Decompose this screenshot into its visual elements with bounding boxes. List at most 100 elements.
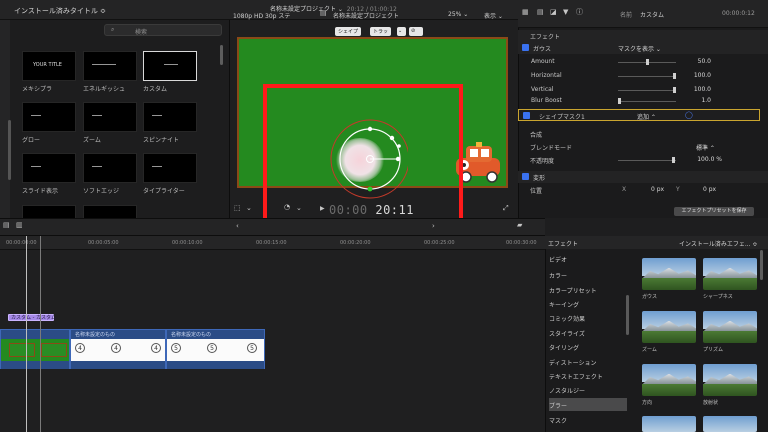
position-row[interactable]: 位置 X 0 px Y 0 px — [518, 184, 768, 196]
slider-knob[interactable] — [672, 157, 675, 163]
effects-category[interactable]: カラー — [549, 268, 627, 281]
shape-mask-row[interactable]: シェイプマスク1 追加 ⌃ ◯ — [518, 109, 760, 121]
back-arrow-icon[interactable]: ‹ — [236, 223, 239, 230]
effects-category-selected[interactable]: ブラー — [549, 398, 627, 411]
amount-slider[interactable] — [618, 59, 676, 65]
position-y-value[interactable]: 0 px — [703, 186, 716, 193]
horizontal-slider[interactable] — [618, 73, 676, 79]
video-clip-2[interactable]: 名称未設定のもの 4 4 4 — [70, 329, 166, 369]
param-row-horizontal[interactable]: Horizontal 100.0 — [518, 70, 768, 82]
search-input[interactable]: ⌕ 検索 — [104, 24, 222, 36]
effects-category[interactable]: スタイライズ — [549, 326, 627, 339]
param-value[interactable]: 100.0 — [683, 72, 711, 79]
effects-category[interactable]: コミック効果 — [549, 311, 627, 324]
effects-category[interactable]: テキストエフェクト — [549, 369, 627, 382]
effects-category[interactable]: キーイング — [549, 297, 627, 310]
effect-thumb-more[interactable] — [642, 416, 696, 432]
playhead[interactable] — [26, 236, 27, 432]
filter-icon[interactable]: ▼ — [563, 9, 568, 16]
param-value[interactable]: 100.0 — [683, 86, 711, 93]
title-thumb-5[interactable] — [83, 102, 137, 132]
forward-arrow-icon[interactable]: › — [432, 223, 435, 230]
slider-knob[interactable] — [673, 87, 676, 93]
checkbox-icon[interactable] — [523, 112, 530, 119]
title-thumb-11[interactable] — [83, 205, 137, 218]
effects-section-row[interactable]: エフェクト — [518, 30, 768, 42]
index-icon[interactable]: ▤ — [3, 222, 10, 229]
speed-icon[interactable]: ◔ — [284, 204, 290, 211]
slider-knob[interactable] — [618, 98, 621, 104]
crop-icon[interactable]: ⬚ — [234, 205, 241, 212]
effects-category[interactable]: カラープリセット — [549, 283, 627, 296]
slider-knob[interactable] — [645, 59, 649, 65]
mask-mode-dropdown[interactable]: 追加 ⌃ — [637, 112, 656, 121]
effects-category[interactable]: ディストーション — [549, 355, 627, 368]
zoom-dropdown[interactable]: 25% ⌄ — [448, 11, 468, 18]
checkbox-icon[interactable] — [522, 44, 529, 51]
effect-thumb-zoom[interactable] — [642, 311, 696, 343]
effect-thumb-gaussian[interactable] — [642, 258, 696, 290]
title-thumb-2[interactable] — [83, 51, 137, 81]
blur-effect-row[interactable]: ガウス マスクを表示 ⌄ — [518, 42, 768, 54]
param-row-amount[interactable]: Amount 50.0 — [518, 56, 768, 68]
param-row-blur-boost[interactable]: Blur Boost 1.0 — [518, 95, 768, 107]
audio-waveform-icon[interactable]: ▰ — [517, 222, 522, 229]
mask-reset-icon[interactable]: ◯ — [685, 111, 693, 119]
title-clip[interactable]: カスタム - カスタム — [8, 314, 56, 321]
blur-boost-slider[interactable] — [618, 98, 676, 104]
effect-thumb-sharpness[interactable] — [703, 258, 757, 290]
link-icon[interactable]: ⊘ — [409, 27, 423, 36]
opacity-slider[interactable] — [618, 157, 676, 163]
effect-thumb-directional[interactable] — [642, 364, 696, 396]
title-thumb-3[interactable] — [143, 51, 197, 81]
color-icon[interactable]: ◪ — [550, 9, 557, 16]
info-icon[interactable]: ⓘ — [576, 9, 583, 16]
fullscreen-icon[interactable]: ⤢ — [503, 205, 509, 212]
title-thumb-8[interactable] — [83, 153, 137, 183]
effects-category[interactable]: ノスタルジー — [549, 383, 627, 396]
title-thumb-9[interactable] — [143, 153, 197, 183]
browser-title-dropdown[interactable]: インストール済みタイトル ≎ — [14, 6, 106, 16]
effects-category[interactable]: マスク — [549, 413, 627, 426]
browser-scrollbar[interactable] — [220, 45, 223, 65]
transform-row[interactable]: 変形 — [518, 171, 768, 183]
video-clip-3[interactable]: 名称未設定のもの 5 5 5 — [166, 329, 265, 369]
chevron-down-icon[interactable]: ⌄ — [296, 205, 302, 212]
blend-mode-dropdown[interactable]: 標準 ⌃ — [696, 143, 715, 152]
title-thumb-6[interactable] — [143, 102, 197, 132]
opacity-row[interactable]: 不透明度 100.0 % — [518, 154, 768, 166]
title-thumb-10[interactable] — [22, 205, 76, 218]
save-icon[interactable]: ▤ — [537, 9, 544, 16]
categories-scrollbar[interactable] — [626, 295, 629, 335]
slider-knob[interactable] — [673, 73, 676, 79]
composite-row[interactable]: 合成 — [518, 128, 768, 140]
play-icon[interactable]: ▶ — [320, 206, 325, 212]
title-thumb-4[interactable] — [22, 102, 76, 132]
param-value[interactable]: 50.0 — [683, 58, 711, 65]
title-thumb-1[interactable]: YOUR TITLE — [22, 51, 76, 81]
effects-category[interactable]: ビデオ — [549, 252, 627, 265]
film-icon[interactable]: ▦ — [522, 9, 529, 16]
chevron-down-icon[interactable]: ⌄ — [246, 205, 252, 212]
shape-tool-button[interactable]: シェイプ — [335, 27, 362, 36]
checkbox-icon[interactable] — [522, 173, 529, 180]
effects-scrollbar[interactable] — [760, 250, 763, 280]
position-x-value[interactable]: 0 px — [651, 186, 664, 193]
effect-thumb-prism[interactable] — [703, 311, 757, 343]
tool-select-icon[interactable]: ▥ — [16, 222, 23, 229]
view-menu[interactable]: 表示 ⌄ — [484, 11, 503, 20]
mask-display-dropdown[interactable]: マスクを表示 ⌄ — [618, 44, 661, 53]
save-effects-preset-button[interactable]: エフェクトプリセットを保存 — [674, 207, 754, 216]
blend-mode-row[interactable]: ブレンドモード 標準 ⌃ — [518, 141, 768, 153]
sidebar-scrollbar[interactable] — [8, 120, 11, 180]
vertical-slider[interactable] — [618, 87, 676, 93]
timeline-ruler[interactable]: 00:00:00:00 00:00:05:00 00:00:10:00 00:0… — [0, 236, 545, 250]
effects-browser-title[interactable]: インストール済みエフェ... ≎ — [679, 239, 758, 248]
param-value[interactable]: 1.0 — [683, 97, 711, 104]
effects-category[interactable]: タイリング — [549, 340, 627, 353]
video-clip-1[interactable] — [0, 329, 70, 369]
title-thumb-7[interactable] — [22, 153, 76, 183]
track-tool-button[interactable]: トラッ — [370, 27, 392, 36]
tool-dropdown-button[interactable]: ⌄ — [397, 27, 406, 36]
opacity-value[interactable]: 100.0 % — [688, 156, 722, 163]
